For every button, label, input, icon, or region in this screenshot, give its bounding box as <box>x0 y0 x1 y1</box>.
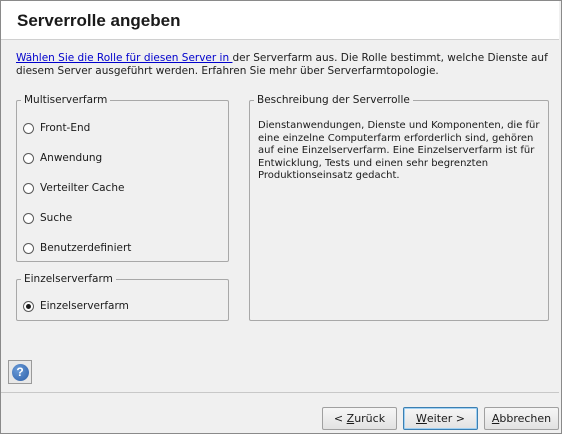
role-description-legend: Beschreibung der Serverrolle <box>257 94 410 106</box>
serverfarm-role-link[interactable]: Wählen Sie die Rolle für diesen Server i… <box>16 52 232 64</box>
role-description-group: Beschreibung der Serverrolle Dienstanwen… <box>249 94 549 321</box>
next-button-accel: W <box>415 412 427 425</box>
radio-suche-label: Suche <box>40 212 73 224</box>
cancel-button[interactable]: Abbrechen <box>484 407 559 430</box>
radio-verteilter-cache-circle[interactable] <box>23 182 34 194</box>
dialog-header: Serverrolle angeben <box>1 1 559 40</box>
page-title: Serverrolle angeben <box>17 11 181 30</box>
help-button[interactable]: ? <box>8 360 32 384</box>
next-button[interactable]: Weiter > <box>403 407 478 430</box>
back-button-accel: Z <box>346 412 355 425</box>
radio-verteilter-cache[interactable]: Verteilter Cache <box>23 180 124 196</box>
help-icon: ? <box>11 363 29 381</box>
cancel-button-accel: A <box>491 412 500 425</box>
radio-benutzerdefiniert[interactable]: Benutzerdefiniert <box>23 240 131 256</box>
radio-einzelserverfarm[interactable]: Einzelserverfarm <box>23 298 129 314</box>
einzelserverfarm-legend: Einzelserverfarm <box>24 273 113 285</box>
radio-anwendung-circle[interactable] <box>23 152 34 164</box>
einzelserverfarm-group: Einzelserverfarm Einzelserverfarm <box>16 273 229 321</box>
role-description-text: Dienstanwendungen, Dienste und Komponent… <box>258 120 540 181</box>
radio-benutzerdefiniert-circle[interactable] <box>23 242 34 254</box>
multiserverfarm-legend: Multiserverfarm <box>24 94 108 106</box>
next-button-rest: eiter > <box>426 412 466 425</box>
intro-text: Wählen Sie die Rolle für diesen Server i… <box>16 52 551 78</box>
radio-suche-circle[interactable] <box>23 212 34 224</box>
back-button-prefix: < <box>333 412 347 425</box>
back-button[interactable]: < Zurück <box>322 407 397 430</box>
radio-anwendung-label: Anwendung <box>40 152 103 164</box>
multiserverfarm-group: Multiserverfarm Front-End Anwendung Vert… <box>16 94 229 262</box>
radio-verteilter-cache-label: Verteilter Cache <box>40 182 125 194</box>
radio-benutzerdefiniert-label: Benutzerdefiniert <box>40 242 132 254</box>
radio-front-end-label: Front-End <box>40 122 91 134</box>
radio-einzelserverfarm-circle[interactable] <box>23 300 34 312</box>
radio-front-end-circle[interactable] <box>23 122 34 134</box>
back-button-rest: urück <box>354 412 386 425</box>
footer-separator <box>1 392 559 393</box>
cancel-button-rest: bbrechen <box>499 412 552 425</box>
radio-anwendung[interactable]: Anwendung <box>23 150 102 166</box>
radio-suche[interactable]: Suche <box>23 210 72 226</box>
radio-einzelserverfarm-label: Einzelserverfarm <box>40 300 129 312</box>
radio-front-end[interactable]: Front-End <box>23 120 90 136</box>
